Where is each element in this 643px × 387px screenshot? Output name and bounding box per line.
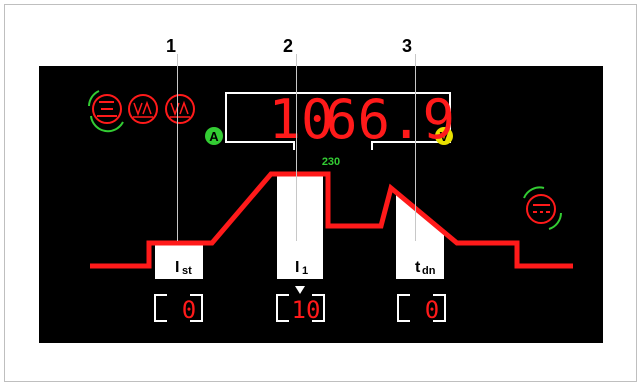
volt-ampere-icon-2[interactable] (165, 94, 195, 124)
tdn-value: 0 (425, 296, 439, 324)
callout-1: 1 (166, 36, 177, 56)
callout-2: 2 (283, 36, 294, 56)
ist-label-sub: st (182, 265, 192, 277)
volt-ampere-icon[interactable] (128, 94, 158, 124)
callout-3-leader (415, 54, 416, 241)
panel-graphics: A V 10 66.9 230 I st I 1 t dn 0 10 0 (88, 88, 573, 324)
ampere-unit-label: A (209, 129, 219, 144)
i1-label-background (277, 174, 323, 279)
callout-3: 3 (402, 36, 413, 56)
mains-voltage-label: 230 (322, 156, 340, 168)
ist-value: 0 (182, 296, 196, 324)
callout-1-leader (177, 54, 178, 241)
i1-label-main: I (295, 259, 299, 276)
control-panel: A V 10 66.9 230 I st I 1 t dn 0 10 0 (39, 66, 603, 343)
tdn-label-sub: dn (422, 265, 436, 277)
dc-current-icon[interactable] (523, 186, 562, 230)
voltage-readout: 66.9 (325, 88, 455, 151)
selected-parameter-marker (295, 286, 305, 294)
ist-label-main: I (175, 259, 179, 276)
electrode-welding-icon[interactable] (88, 90, 124, 133)
tdn-label-main: t (415, 259, 421, 276)
i1-label-sub: 1 (302, 265, 308, 277)
current-readout: 10 (268, 88, 333, 151)
i1-value: 10 (292, 296, 321, 324)
callout-2-leader (296, 54, 297, 241)
